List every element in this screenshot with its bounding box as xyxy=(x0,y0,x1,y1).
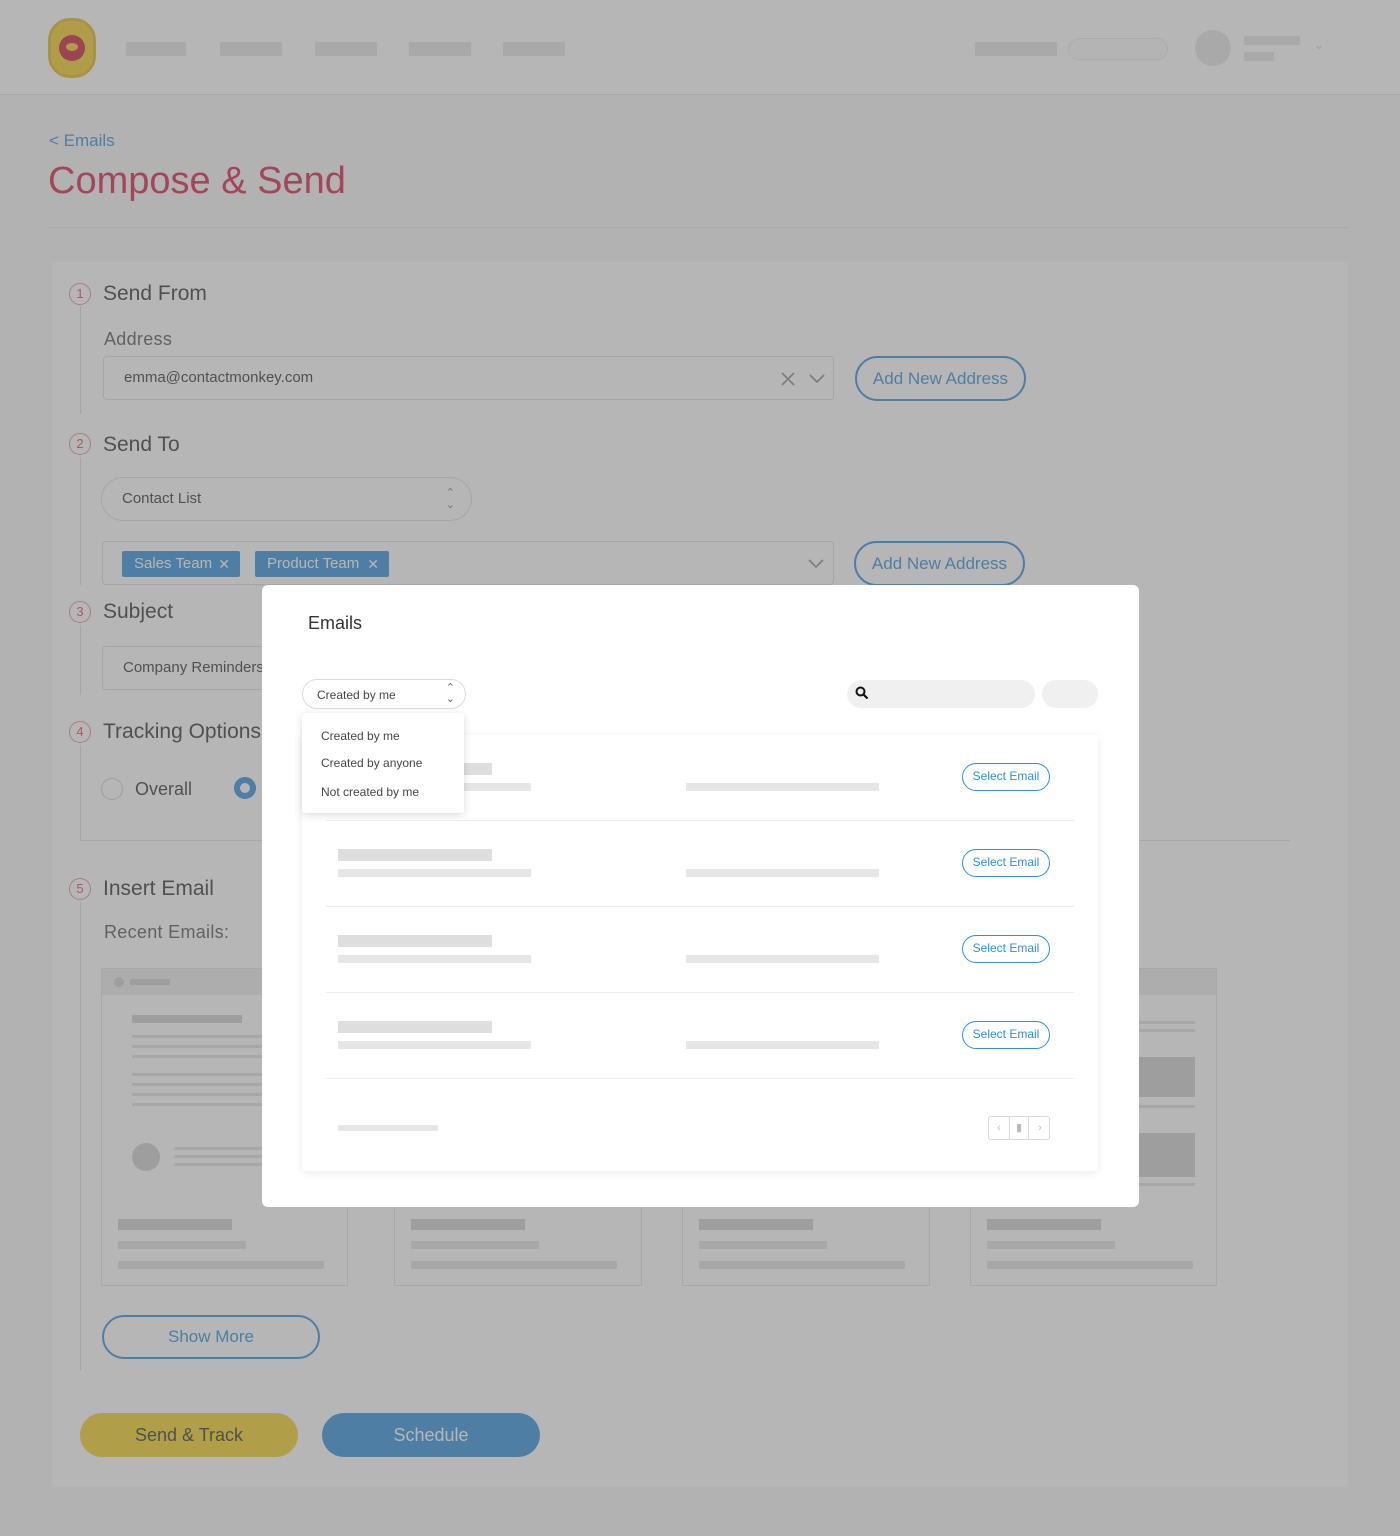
select-email-button[interactable]: Select Email xyxy=(962,935,1050,963)
pagination-info-placeholder xyxy=(338,1125,438,1131)
page-number[interactable]: ▮ xyxy=(1009,1117,1029,1139)
text-placeholder xyxy=(338,1041,531,1049)
text-placeholder xyxy=(686,869,879,877)
owner-filter-dropdown: Created by me Created by anyone Not crea… xyxy=(302,713,464,813)
select-email-button[interactable]: Select Email xyxy=(962,849,1050,877)
dropdown-option[interactable]: Created by anyone xyxy=(321,756,422,770)
select-email-button[interactable]: Select Email xyxy=(962,1021,1050,1049)
text-placeholder xyxy=(686,1041,879,1049)
owner-filter-select[interactable]: Created by me ⌃ ⌄ xyxy=(302,679,466,709)
chevron-left-icon[interactable]: ‹ xyxy=(989,1117,1009,1139)
search-icon xyxy=(855,686,869,700)
emails-modal: Emails Created by me ⌃ ⌄ Select Email Sel… xyxy=(262,585,1139,1207)
modal-title: Emails xyxy=(308,613,363,633)
text-placeholder xyxy=(338,935,492,947)
search-input[interactable] xyxy=(847,680,1035,708)
filter-selected-value: Created by me xyxy=(317,688,396,702)
chevron-right-icon[interactable]: › xyxy=(1030,1117,1050,1139)
text-placeholder xyxy=(338,955,531,963)
text-placeholder xyxy=(338,869,531,877)
dropdown-option[interactable]: Created by me xyxy=(321,729,400,743)
table-row[interactable]: Select Email xyxy=(326,821,1074,907)
text-placeholder xyxy=(686,955,879,963)
text-placeholder xyxy=(686,783,879,791)
up-down-arrows-icon: ⌃⌄ xyxy=(445,682,455,705)
text-placeholder xyxy=(338,1021,492,1033)
dropdown-option[interactable]: Not created by me xyxy=(321,785,419,799)
text-placeholder xyxy=(338,849,492,861)
search-button[interactable] xyxy=(1042,680,1098,708)
table-row[interactable]: Select Email xyxy=(326,907,1074,993)
pagination: ‹ ▮ › xyxy=(988,1116,1050,1140)
select-email-button[interactable]: Select Email xyxy=(962,763,1050,791)
table-row[interactable]: Select Email xyxy=(326,993,1074,1079)
